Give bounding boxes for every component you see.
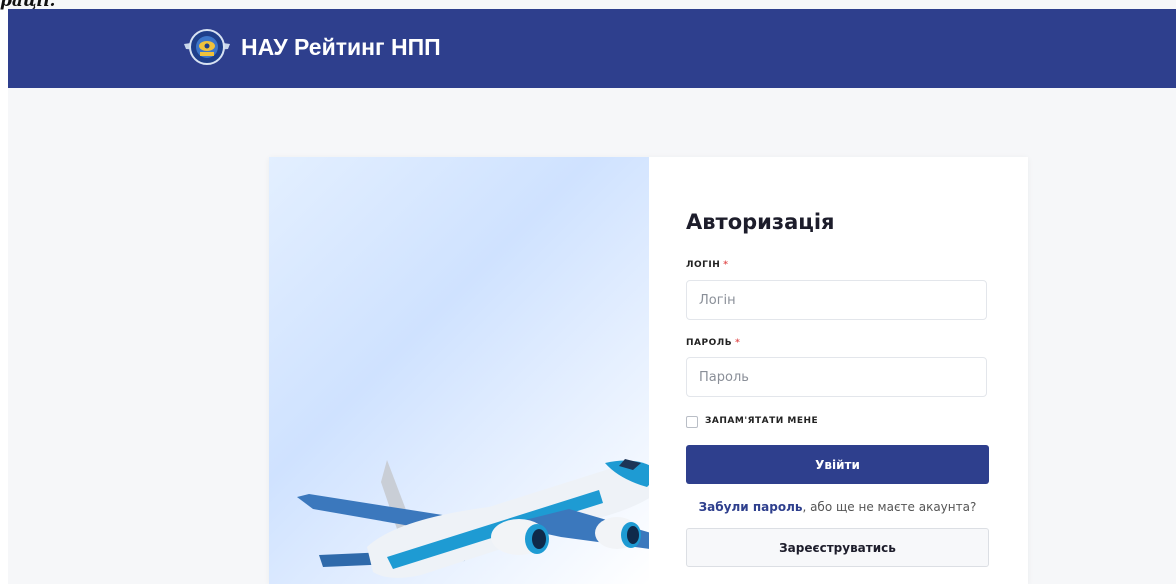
login-label: ЛОГІН * — [686, 260, 728, 270]
login-card: Авторизація ЛОГІН* ПАРОЛЬ* ЗАПАМ'ЯТАТИ М… — [269, 157, 1028, 584]
login-label-text: ЛОГІН — [686, 260, 721, 270]
forgot-password-text: , або ще не маєте акаунта? — [802, 500, 977, 514]
university-logo-icon[interactable] — [182, 22, 232, 72]
forgot-password-row: Забули пароль, або ще не маєте акаунта? — [686, 500, 989, 514]
login-title: Авторизація — [686, 210, 835, 234]
password-input[interactable] — [686, 357, 987, 397]
forgot-password-link[interactable]: Забули пароль — [699, 500, 803, 514]
password-label: ПАРОЛЬ * — [686, 338, 740, 348]
password-label-text: ПАРОЛЬ — [686, 338, 733, 348]
remember-me-checkbox[interactable] — [686, 416, 698, 428]
required-mark: * — [735, 338, 741, 348]
login-form: Авторизація ЛОГІН* ПАРОЛЬ* ЗАПАМ'ЯТАТИ М… — [649, 157, 1028, 584]
app-title[interactable]: НАУ Рейтинг НПП — [241, 34, 441, 61]
top-navbar: НАУ Рейтинг НПП — [8, 9, 1176, 88]
remember-me-label[interactable]: ЗАПАМ'ЯТАТИ МЕНЕ — [705, 416, 818, 426]
airplane-illustration — [269, 157, 649, 584]
required-mark: * — [723, 260, 729, 270]
login-input[interactable] — [686, 280, 987, 320]
airplane-icon — [297, 459, 649, 578]
login-button[interactable]: Увійти — [686, 445, 989, 484]
register-button[interactable]: Зареєструватись — [686, 528, 989, 567]
